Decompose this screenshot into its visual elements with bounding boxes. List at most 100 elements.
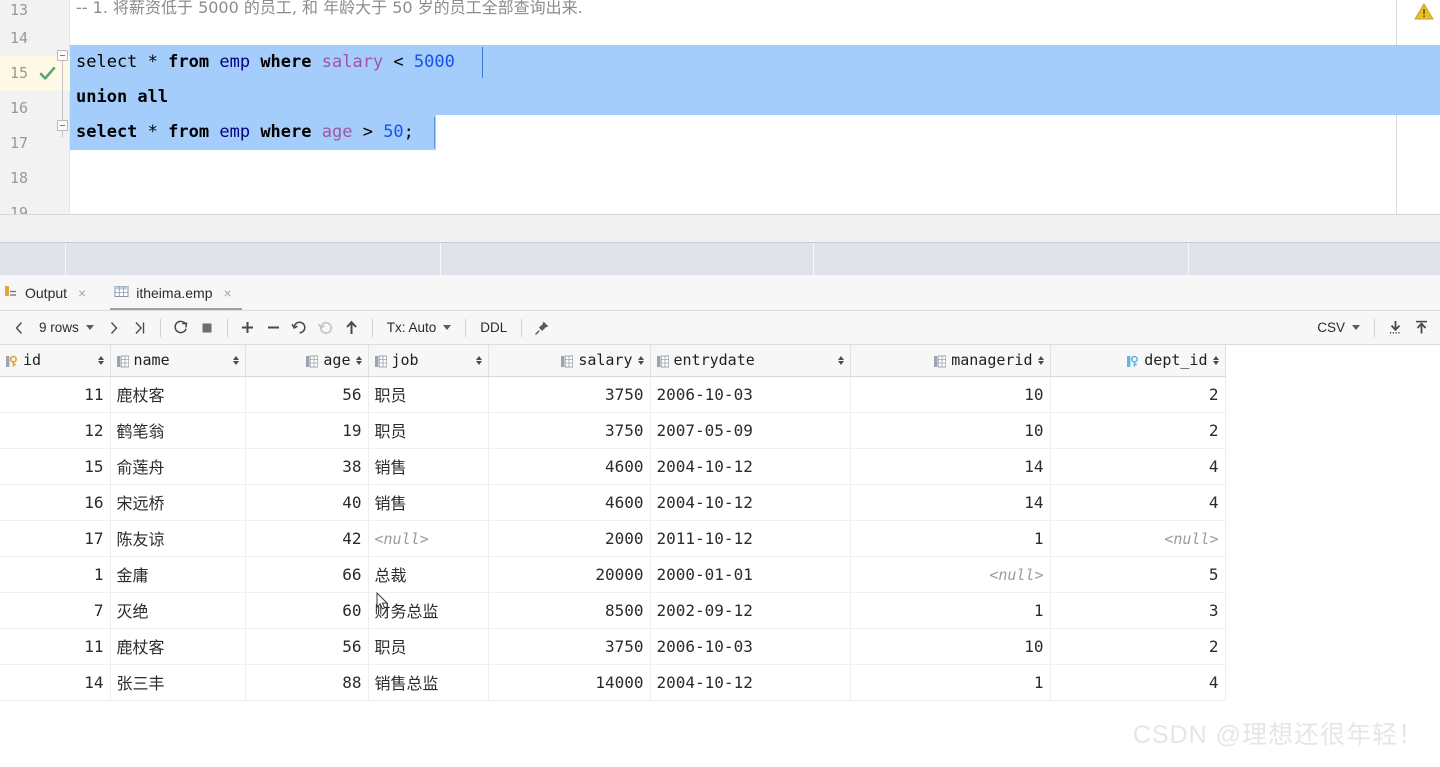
cell-age[interactable]: 42 xyxy=(245,520,369,557)
cell-job[interactable]: 职员 xyxy=(368,376,489,413)
cell-dept_id[interactable]: 2 xyxy=(1050,412,1226,449)
cell-salary[interactable]: 4600 xyxy=(488,484,651,521)
cell-dept_id[interactable]: 2 xyxy=(1050,628,1226,665)
cell-dept_id[interactable]: 3 xyxy=(1050,592,1226,629)
table-row[interactable]: 16 宋远桥 40 销售 4600 2004-10-12 14 4 xyxy=(0,484,1226,521)
cell-salary[interactable]: 4600 xyxy=(488,448,651,485)
fold-toggle-open-icon[interactable] xyxy=(57,120,68,131)
cell-managerid[interactable]: <null> xyxy=(850,556,1051,593)
cell-id[interactable]: 12 xyxy=(0,412,111,449)
cell-name[interactable]: 鹿杖客 xyxy=(110,628,246,665)
cell-dept_id[interactable]: 4 xyxy=(1050,484,1226,521)
cell-name[interactable]: 张三丰 xyxy=(110,664,246,701)
table-row[interactable]: 11 鹿杖客 56 职员 3750 2006-10-03 10 2 xyxy=(0,628,1226,665)
services-column-header-strip[interactable] xyxy=(0,242,1440,276)
fold-toggle-open-icon[interactable] xyxy=(57,50,68,61)
column-header-salary[interactable]: salary xyxy=(488,345,651,377)
cell-id[interactable]: 7 xyxy=(0,592,111,629)
code-line-blank[interactable] xyxy=(70,21,1440,45)
cell-managerid[interactable]: 1 xyxy=(850,520,1051,557)
sort-toggle-icon[interactable] xyxy=(1037,355,1044,365)
cell-age[interactable]: 19 xyxy=(245,412,369,449)
cell-job[interactable]: 销售总监 xyxy=(368,664,489,701)
table-row[interactable]: 12 鹤笔翁 19 职员 3750 2007-05-09 10 2 xyxy=(0,412,1226,449)
cell-job[interactable]: 职员 xyxy=(368,412,489,449)
upload-icon[interactable] xyxy=(1408,315,1434,341)
cell-salary[interactable]: 8500 xyxy=(488,592,651,629)
column-header-managerid[interactable]: managerid xyxy=(850,345,1051,377)
code-line-blank[interactable] xyxy=(70,185,1440,195)
sort-toggle-icon[interactable] xyxy=(355,355,362,365)
code-line-15[interactable]: select * from emp where salary < 5000 xyxy=(70,45,1440,80)
column-separator[interactable] xyxy=(1188,243,1189,276)
code-line-blank[interactable] xyxy=(70,150,1440,185)
chevron-down-icon[interactable] xyxy=(85,325,94,330)
table-row[interactable]: 11 鹿杖客 56 职员 3750 2006-10-03 10 2 xyxy=(0,376,1226,413)
cell-entrydate[interactable]: 2004-10-12 xyxy=(650,484,851,521)
column-header-job[interactable]: job xyxy=(368,345,489,377)
result-tabs[interactable]: Output × itheima.emp × xyxy=(0,275,1440,311)
pin-icon[interactable] xyxy=(529,315,555,341)
add-row-button[interactable] xyxy=(235,315,261,341)
cell-dept_id[interactable]: 4 xyxy=(1050,664,1226,701)
code-line-16[interactable]: union all xyxy=(70,80,1440,115)
download-icon[interactable] xyxy=(1382,315,1408,341)
column-header-name[interactable]: name xyxy=(110,345,246,377)
cell-job[interactable]: <null> xyxy=(368,520,489,557)
chevron-down-icon[interactable] xyxy=(443,325,452,330)
cell-dept_id[interactable]: <null> xyxy=(1050,520,1226,557)
cell-name[interactable]: 宋远桥 xyxy=(110,484,246,521)
submit-up-arrow-icon[interactable] xyxy=(339,315,365,341)
cell-managerid[interactable]: 10 xyxy=(850,412,1051,449)
cell-job[interactable]: 职员 xyxy=(368,628,489,665)
cell-entrydate[interactable]: 2004-10-12 xyxy=(650,448,851,485)
column-separator[interactable] xyxy=(65,243,66,276)
cell-age[interactable]: 88 xyxy=(245,664,369,701)
result-grid[interactable]: id name age job salary entrydate manager… xyxy=(0,345,1440,701)
cell-name[interactable]: 灭绝 xyxy=(110,592,246,629)
cell-id[interactable]: 11 xyxy=(0,376,111,413)
sort-toggle-icon[interactable] xyxy=(637,355,644,365)
cell-id[interactable]: 17 xyxy=(0,520,111,557)
cell-entrydate[interactable]: 2006-10-03 xyxy=(650,628,851,665)
cell-id[interactable]: 16 xyxy=(0,484,111,521)
sort-toggle-icon[interactable] xyxy=(232,355,239,365)
export-format-selector[interactable]: CSV xyxy=(1310,315,1367,341)
remove-row-button[interactable] xyxy=(261,315,287,341)
cell-managerid[interactable]: 10 xyxy=(850,628,1051,665)
cell-dept_id[interactable]: 4 xyxy=(1050,448,1226,485)
editor-gutter[interactable]: 13 14 15 16 17 18 19 xyxy=(0,0,70,214)
cell-name[interactable]: 鹤笔翁 xyxy=(110,412,246,449)
ddl-button[interactable]: DDL xyxy=(473,315,514,341)
column-header-dept-id[interactable]: dept_id xyxy=(1050,345,1226,377)
cell-dept_id[interactable]: 5 xyxy=(1050,556,1226,593)
close-icon[interactable]: × xyxy=(223,285,231,301)
cell-entrydate[interactable]: 2006-10-03 xyxy=(650,376,851,413)
cell-dept_id[interactable]: 2 xyxy=(1050,376,1226,413)
sort-toggle-icon[interactable] xyxy=(97,355,104,365)
column-separator[interactable] xyxy=(440,243,441,276)
code-line-comment[interactable]: -- 1. 将薪资低于 5000 的员工, 和 年龄大于 50 岁的员工全部查询… xyxy=(70,0,1440,21)
close-icon[interactable]: × xyxy=(78,285,86,301)
table-row[interactable]: 17 陈友谅 42 <null> 2000 2011-10-12 1 <null> xyxy=(0,520,1226,557)
cell-name[interactable]: 鹿杖客 xyxy=(110,376,246,413)
cell-managerid[interactable]: 1 xyxy=(850,592,1051,629)
refresh-icon[interactable] xyxy=(168,315,194,341)
prev-page-button[interactable] xyxy=(6,315,32,341)
cell-age[interactable]: 38 xyxy=(245,448,369,485)
cell-job[interactable]: 销售 xyxy=(368,448,489,485)
result-toolbar[interactable]: 9 rows Tx: Auto DDL CSV xyxy=(0,311,1440,345)
code-folding-column[interactable] xyxy=(57,0,70,214)
cell-id[interactable]: 11 xyxy=(0,628,111,665)
cell-age[interactable]: 40 xyxy=(245,484,369,521)
next-page-button[interactable] xyxy=(101,315,127,341)
revert-arrow-icon[interactable] xyxy=(287,315,313,341)
cell-name[interactable]: 俞莲舟 xyxy=(110,448,246,485)
last-page-button[interactable] xyxy=(127,315,153,341)
code-area[interactable]: -- 1. 将薪资低于 5000 的员工, 和 年龄大于 50 岁的员工全部查询… xyxy=(70,0,1440,214)
sort-toggle-icon[interactable] xyxy=(1212,355,1219,365)
column-separator[interactable] xyxy=(813,243,814,276)
cell-entrydate[interactable]: 2000-01-01 xyxy=(650,556,851,593)
cell-salary[interactable]: 20000 xyxy=(488,556,651,593)
warning-triangle-icon[interactable] xyxy=(1414,2,1434,26)
